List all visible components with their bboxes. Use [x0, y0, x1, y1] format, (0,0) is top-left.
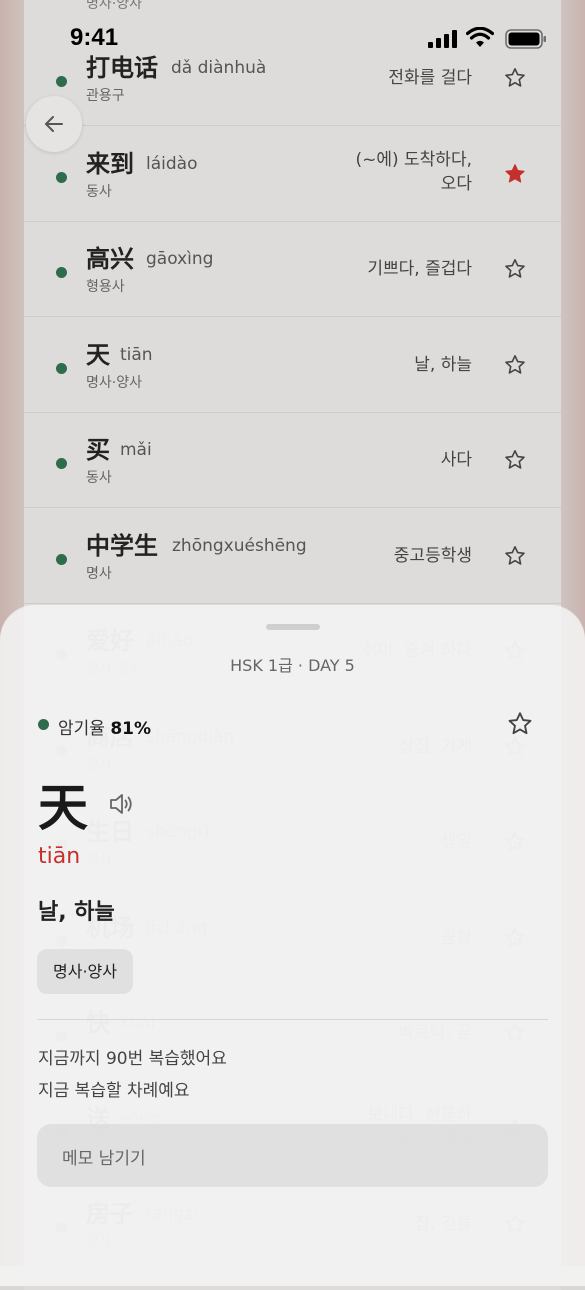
word-hanzi: 天	[86, 341, 110, 369]
wifi-icon	[466, 27, 494, 47]
star-icon[interactable]	[503, 448, 527, 472]
word-meaning: 날, 하늘	[414, 355, 472, 375]
speaker-icon[interactable]	[107, 790, 135, 818]
word-part-of-speech: 명사·양사	[86, 375, 142, 391]
word-row[interactable]: 天 tiān 명사·양사 날, 하늘	[24, 317, 561, 413]
word-meaning: 기쁘다, 즐겁다	[367, 259, 472, 279]
review-count-text: 지금까지 90번 복습했어요	[38, 1049, 227, 1069]
word-row[interactable]: 来到 láidào 동사 (~에) 도착하다, 오다	[24, 126, 561, 222]
review-status-text: 지금 복습할 차례예요	[38, 1081, 190, 1101]
word-detail-sheet: HSK 1급 · DAY 5 암기율 81% 天 tiān 날, 하늘 명사·양…	[0, 606, 585, 1286]
word-part-of-speech: 동사	[86, 184, 112, 200]
word-hanzi: 来到	[86, 150, 134, 178]
word-part-of-speech: 동사	[86, 470, 112, 486]
status-time: 9:41	[70, 24, 119, 51]
memory-status-dot	[56, 76, 67, 87]
star-icon[interactable]	[503, 353, 527, 377]
memory-status-dot	[56, 554, 67, 565]
word-part-of-speech: 관용구	[86, 88, 125, 104]
word-meaning: (~에) 도착하다, 오다	[355, 150, 472, 194]
status-bar: 9:41	[0, 0, 585, 70]
back-button[interactable]	[26, 96, 82, 152]
memo-placeholder: 메모 남기기	[62, 1149, 146, 1169]
word-pinyin: tiān	[120, 345, 153, 365]
word-row[interactable]: 买 mǎi 동사 사다	[24, 412, 561, 508]
memory-status-dot	[38, 719, 49, 730]
star-filled-icon[interactable]	[503, 162, 527, 186]
word-pinyin: zhōngxuéshēng	[172, 536, 307, 556]
word-part-of-speech: 명사	[86, 566, 112, 582]
memory-rate-value: 81%	[110, 719, 152, 739]
word-hanzi: 天	[38, 779, 88, 837]
memory-status-dot	[56, 363, 67, 374]
memory-rate: 암기율 81%	[58, 714, 151, 739]
memory-status-dot	[56, 172, 67, 183]
sheet-title: HSK 1급 · DAY 5	[230, 656, 355, 675]
divider	[37, 1019, 548, 1020]
word-pinyin: gāoxìng	[146, 249, 214, 269]
memory-status-dot	[56, 267, 67, 278]
star-icon[interactable]	[506, 710, 534, 738]
word-meaning: 날, 하늘	[38, 900, 115, 925]
memory-status-dot	[56, 458, 67, 469]
battery-icon	[505, 29, 546, 49]
star-icon[interactable]	[503, 544, 527, 568]
word-hanzi: 中学生	[86, 532, 158, 560]
word-meaning: 중고등학생	[393, 546, 472, 566]
signal-icon	[428, 30, 457, 48]
memo-input[interactable]: 메모 남기기	[37, 1124, 548, 1187]
word-row[interactable]: 高兴 gāoxìng 형용사 기쁘다, 즐겁다	[24, 221, 561, 317]
arrow-left-icon	[45, 116, 63, 132]
word-part-of-speech: 형용사	[86, 279, 125, 295]
pinyin-initial: ti	[38, 844, 53, 869]
memory-rate-label: 암기율	[58, 719, 105, 739]
word-hanzi: 高兴	[86, 245, 134, 273]
word-row[interactable]: 中学生 zhōngxuéshēng 명사 중고등학생	[24, 508, 561, 604]
word-hanzi: 买	[86, 436, 110, 464]
star-icon[interactable]	[503, 257, 527, 281]
word-meaning: 사다	[440, 450, 472, 470]
word-pinyin: tiān	[38, 844, 80, 869]
pinyin-final: n	[66, 844, 81, 869]
word-pinyin: láidào	[146, 154, 198, 174]
pinyin-tone-vowel: ā	[52, 844, 67, 869]
part-of-speech-chip: 명사·양사	[37, 949, 133, 994]
sheet-handle[interactable]	[266, 624, 320, 630]
word-pinyin: mǎi	[120, 440, 152, 460]
